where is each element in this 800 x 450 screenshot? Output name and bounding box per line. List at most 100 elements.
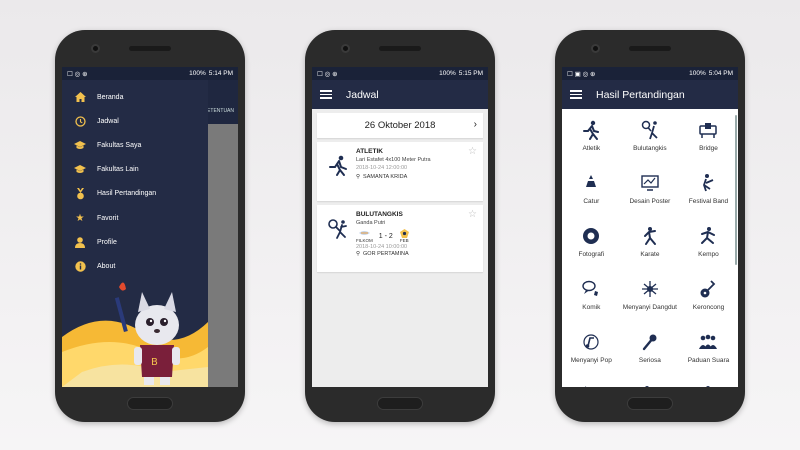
- team-b-logo: [399, 229, 409, 238]
- status-bar: ☐ ◎ ⊕ 100% 5:15 PM: [312, 67, 488, 80]
- category-label: Desain Poster: [629, 198, 671, 205]
- drawer-item-fakultas-lain[interactable]: Fakultas Lain: [62, 158, 208, 182]
- drawer-item-hasil-pertandingan[interactable]: Hasil Pertandingan: [62, 182, 208, 206]
- drawer-item-label: Favorit: [97, 214, 119, 222]
- event-name: Ganda Putri: [356, 220, 386, 226]
- home-button[interactable]: [377, 397, 423, 410]
- navigation-drawer: Beranda Jadwal Fakultas Saya Fakultas La…: [62, 80, 208, 387]
- category-item[interactable]: Bulutangkis: [621, 113, 680, 166]
- bridge-icon: [698, 120, 718, 140]
- runner2-icon: [698, 385, 718, 387]
- event-card[interactable]: ☆ BULUTANGKIS Ganda Putri FILKOM 1 - 2 F…: [317, 205, 483, 272]
- match-score-row: FILKOM 1 - 2 FEB: [356, 229, 475, 243]
- page-title: Hasil Pertandingan: [596, 88, 685, 101]
- category-label: Festival Band: [688, 198, 729, 205]
- drawer-item-label: Beranda: [97, 93, 124, 101]
- graduation-cap-icon: [74, 164, 86, 176]
- hamburger-menu-icon[interactable]: [570, 90, 582, 99]
- runner-icon: [329, 155, 347, 176]
- category-item[interactable]: Desain Poster: [621, 166, 680, 219]
- home-button[interactable]: [627, 397, 673, 410]
- schedule-list: 26 Oktober 2018 › ☆ ATLETIK Lari Estafet…: [312, 109, 488, 387]
- event-name: Lari Estafet 4x100 Meter Putra: [356, 157, 431, 163]
- category-label: Komik: [582, 304, 601, 311]
- team-b-name: FEB: [399, 238, 409, 243]
- drawer-item-about[interactable]: About: [62, 254, 208, 278]
- home-button[interactable]: [127, 397, 173, 410]
- category-item[interactable]: [679, 378, 738, 387]
- category-item[interactable]: [621, 378, 680, 387]
- category-label: Catur: [583, 198, 600, 205]
- category-grid: Atletik Bulutangkis Bridge Catur Desain Post…: [562, 109, 738, 387]
- screen-schedule: ☐ ◎ ⊕ 100% 5:15 PM Jadwal 26 Oktober 201…: [312, 67, 488, 387]
- home-icon: [74, 91, 86, 103]
- phone-results: ☐ ▣ ◎ ⊕ 100% 5:04 PM Hasil Pertandingan …: [555, 30, 745, 422]
- drawer-item-profile[interactable]: Profile: [62, 230, 208, 254]
- category-item[interactable]: Komik: [562, 272, 621, 325]
- earpiece-speaker: [629, 46, 671, 51]
- badminton-icon: [640, 120, 660, 140]
- drawer-item-beranda[interactable]: Beranda: [62, 85, 208, 109]
- category-item[interactable]: Karate: [621, 219, 680, 272]
- drawer-item-label: Fakultas Lain: [97, 166, 139, 174]
- poster-icon: [640, 173, 660, 193]
- svg-text:B: B: [151, 357, 158, 368]
- kempo-icon: [698, 226, 718, 246]
- category-label: Paduan Suara: [687, 357, 730, 364]
- star-outline-icon[interactable]: ☆: [468, 146, 477, 157]
- clock-icon: [74, 115, 86, 127]
- archery-icon: [581, 385, 601, 387]
- category-label: Seriosa: [638, 357, 661, 364]
- event-sport: ATLETIK: [356, 148, 383, 155]
- category-label: Bulutangkis: [633, 145, 667, 152]
- category-label: Bridge: [699, 145, 718, 152]
- category-item[interactable]: [562, 378, 621, 387]
- status-icons: ☐ ◎ ⊕: [317, 70, 338, 78]
- earpiece-speaker: [379, 46, 421, 51]
- category-item[interactable]: Bridge: [679, 113, 738, 166]
- kick-icon: [640, 385, 660, 387]
- event-datetime: 2018-10-24 12:00:00: [356, 165, 408, 171]
- graduation-cap-icon: [74, 139, 86, 151]
- background-tab-label: KETENTUAN: [203, 108, 234, 114]
- match-score: 1 - 2: [378, 232, 393, 240]
- drawer-item-fakultas-saya[interactable]: Fakultas Saya: [62, 133, 208, 157]
- choir-icon: [698, 332, 718, 352]
- phone-drawer: ☐ ◎ ⊕ 100% 5:14 PM KETENTUAN Beranda Jad…: [55, 30, 245, 422]
- comic-icon: [581, 279, 601, 299]
- phone-schedule: ☐ ◎ ⊕ 100% 5:15 PM Jadwal 26 Oktober 201…: [305, 30, 495, 422]
- scrollbar[interactable]: [735, 115, 737, 265]
- category-item[interactable]: Menyanyi Pop: [562, 325, 621, 378]
- event-sport: BULUTANGKIS: [356, 211, 403, 218]
- drawer-item-jadwal[interactable]: Jadwal: [62, 109, 208, 133]
- category-item[interactable]: Atletik: [562, 113, 621, 166]
- category-item[interactable]: Seriosa: [621, 325, 680, 378]
- team-a: FILKOM: [356, 229, 373, 243]
- category-item[interactable]: Paduan Suara: [679, 325, 738, 378]
- app-bar: Jadwal: [312, 80, 488, 109]
- category-item[interactable]: Festival Band: [679, 166, 738, 219]
- chevron-right-icon[interactable]: ›: [474, 119, 477, 130]
- person-icon: [74, 236, 86, 248]
- hamburger-menu-icon[interactable]: [320, 90, 332, 99]
- star-outline-icon[interactable]: ☆: [468, 209, 477, 220]
- screen-drawer: ☐ ◎ ⊕ 100% 5:14 PM KETENTUAN Beranda Jad…: [62, 67, 238, 387]
- drawer-item-label: Hasil Pertandingan: [97, 190, 157, 198]
- status-icons: ☐ ◎ ⊕: [67, 70, 88, 78]
- date-selector[interactable]: 26 Oktober 2018 ›: [317, 113, 483, 138]
- drawer-item-favorit[interactable]: ★ Favorit: [62, 206, 208, 230]
- category-item[interactable]: Catur: [562, 166, 621, 219]
- category-item[interactable]: Keroncong: [679, 272, 738, 325]
- front-camera: [591, 44, 600, 53]
- front-camera: [91, 44, 100, 53]
- category-item[interactable]: Menyanyi Dangdut: [621, 272, 680, 325]
- status-bar: ☐ ▣ ◎ ⊕ 100% 5:04 PM: [562, 67, 738, 80]
- drawer-item-label: Jadwal: [97, 117, 119, 125]
- drawer-item-label: About: [97, 262, 116, 270]
- category-item[interactable]: Fotografi: [562, 219, 621, 272]
- status-icons: ☐ ▣ ◎ ⊕: [567, 70, 596, 78]
- category-item[interactable]: Kempo: [679, 219, 738, 272]
- event-card[interactable]: ☆ ATLETIK Lari Estafet 4x100 Meter Putra…: [317, 142, 483, 201]
- star-icon: ★: [75, 212, 85, 224]
- team-a-name: FILKOM: [356, 238, 373, 243]
